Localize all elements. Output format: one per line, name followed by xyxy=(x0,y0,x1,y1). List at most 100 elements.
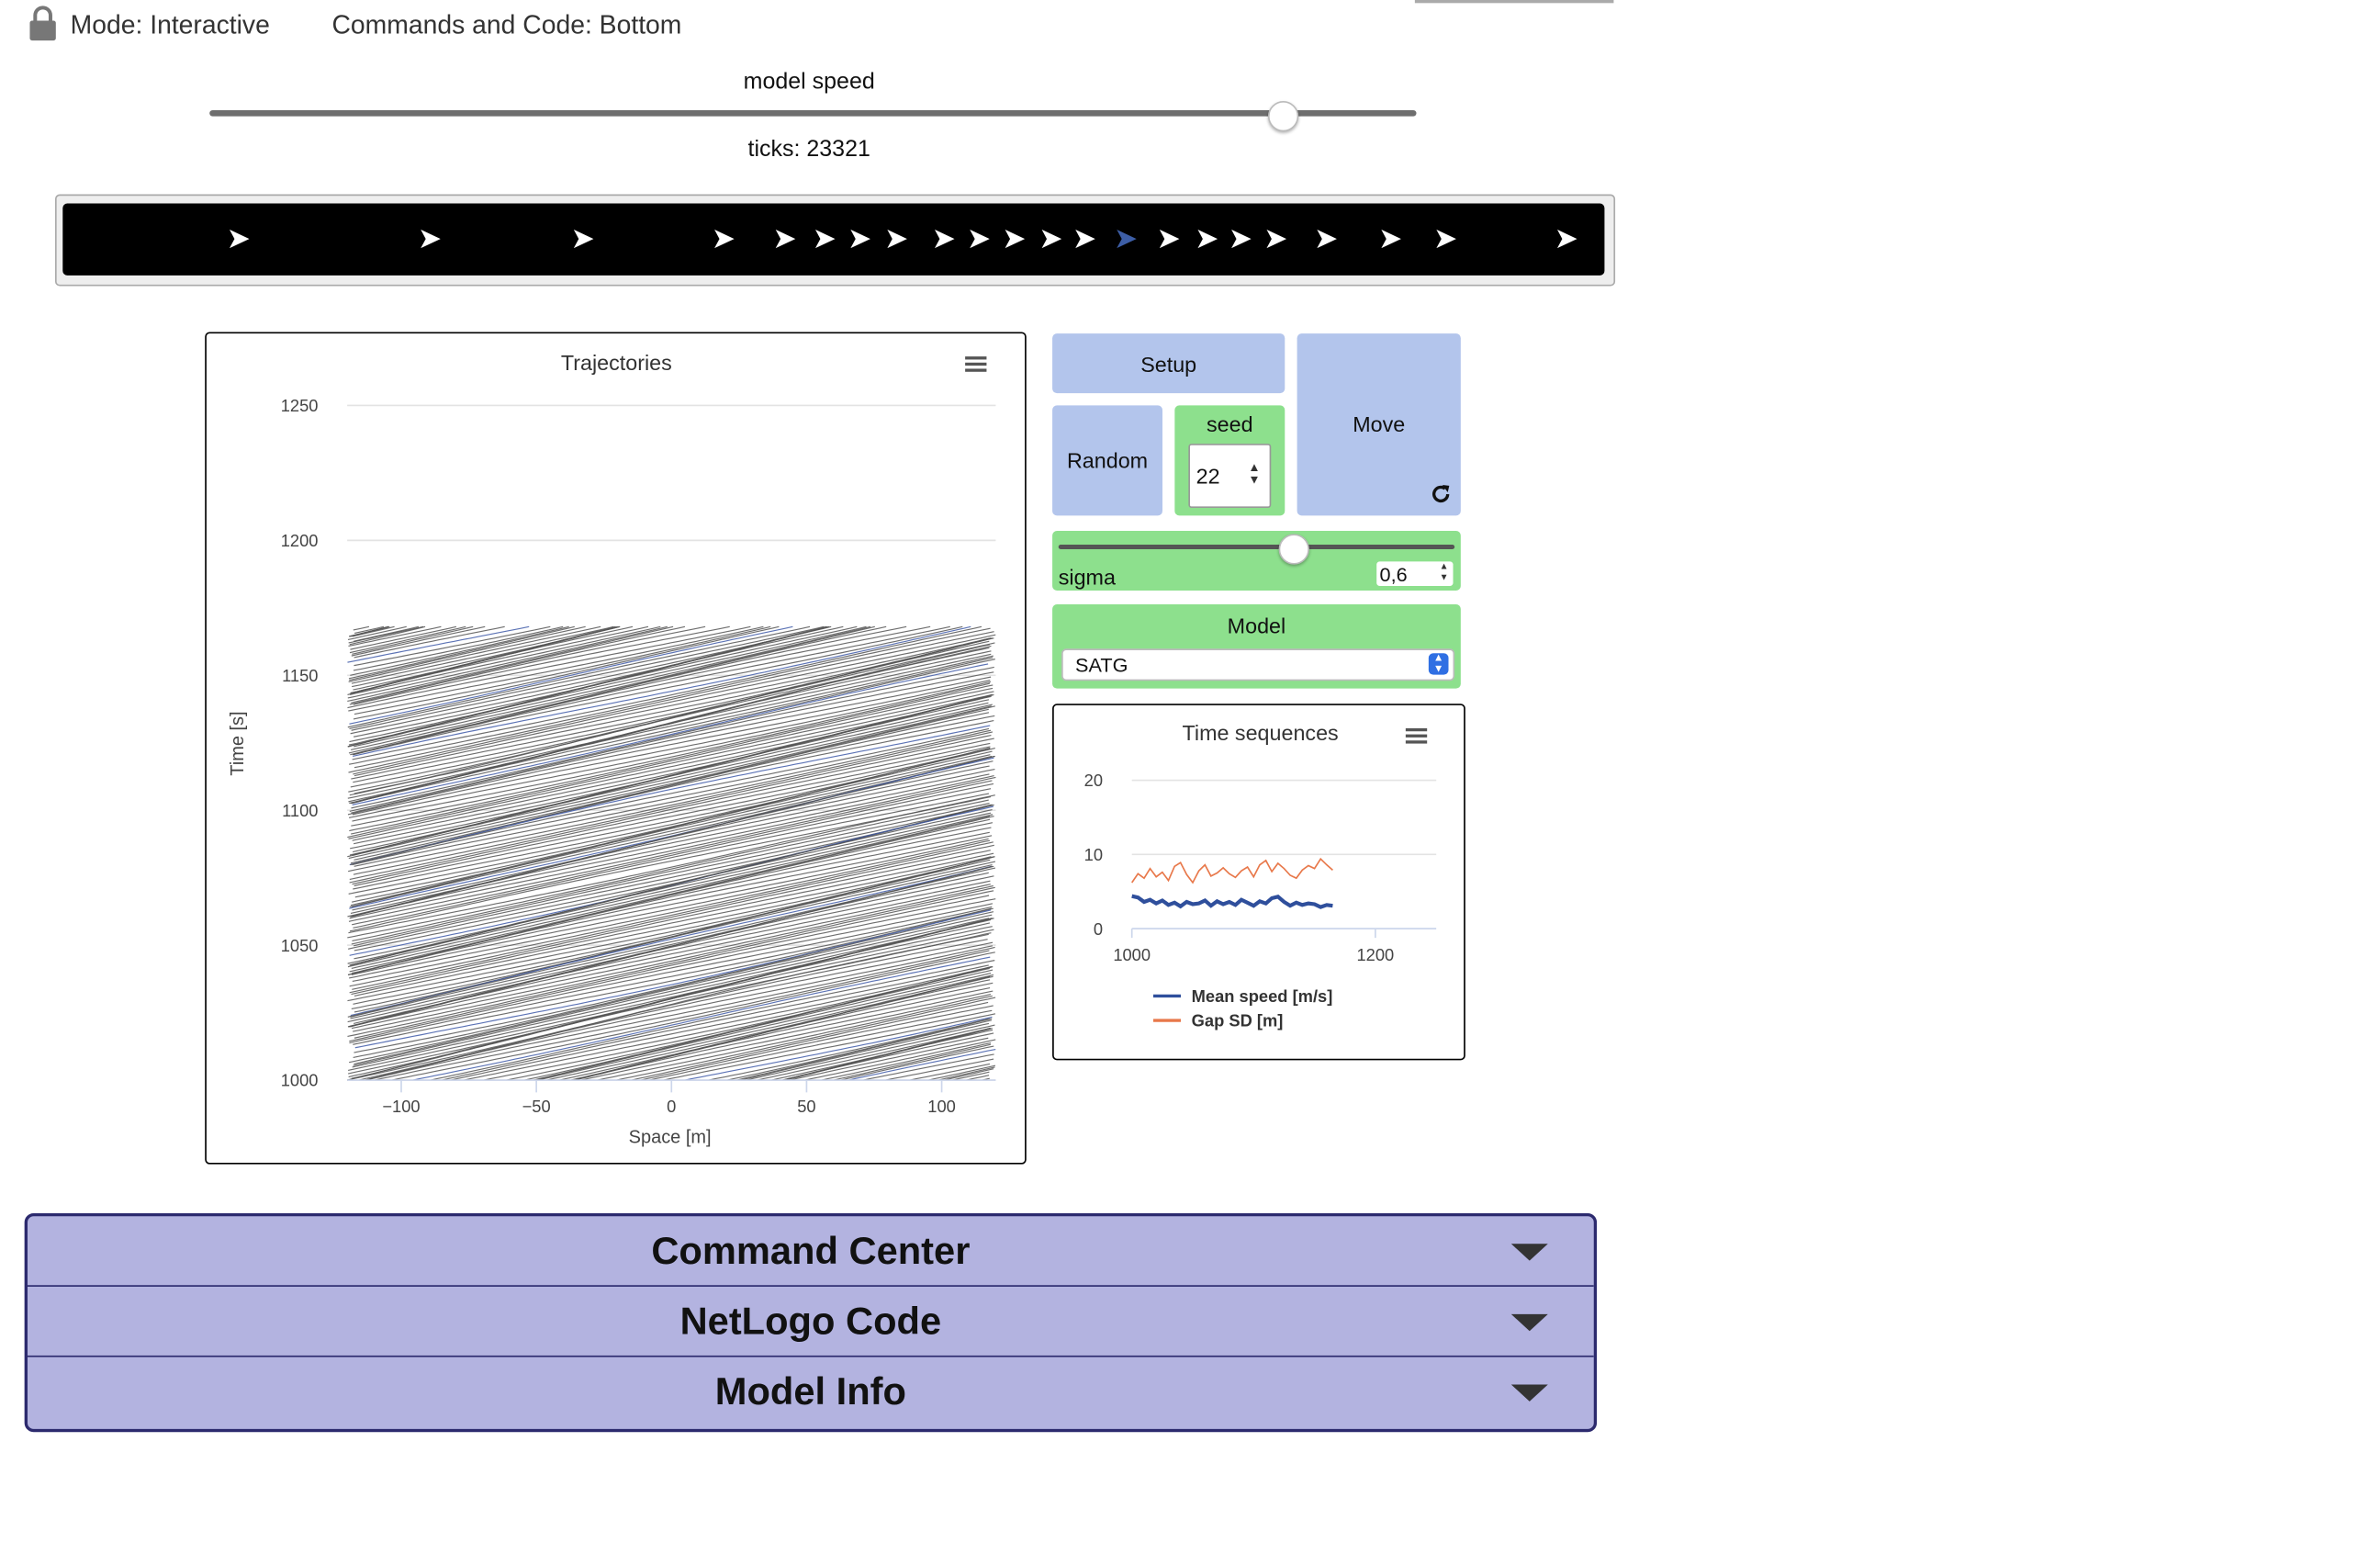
sigma-stepper[interactable]: ▲ ▼ xyxy=(1440,563,1449,584)
trajectory-line xyxy=(347,812,992,964)
time-sequences-lines xyxy=(1131,857,1333,909)
seed-stepper[interactable]: ▲ ▼ xyxy=(1248,461,1260,487)
top-edge-tab xyxy=(1414,0,1614,4)
mode-label[interactable]: Mode: Interactive xyxy=(71,11,270,41)
trajectory-line xyxy=(347,625,674,703)
y-tick-label: 1000 xyxy=(281,1071,319,1090)
model-info-header[interactable]: Model Info xyxy=(28,1357,1594,1428)
vehicle-turtle: ➤ xyxy=(1313,223,1339,256)
x-tick-label: 100 xyxy=(927,1097,956,1116)
seed-value: 22 xyxy=(1196,463,1220,489)
forever-icon-svg xyxy=(1432,485,1450,503)
x-tick-label: −100 xyxy=(382,1097,420,1116)
vehicle-turtle: ➤ xyxy=(1432,223,1458,256)
trajectory-line xyxy=(351,693,993,835)
trajectories-grid xyxy=(347,404,996,1081)
model-selected-value: SATG xyxy=(1075,653,1128,677)
vehicle-turtle: ➤ xyxy=(847,223,872,256)
vehicle-turtle: ➤ xyxy=(226,223,252,256)
vehicle-turtle: ➤ xyxy=(1377,223,1403,256)
random-button-label: Random xyxy=(1066,448,1149,473)
trajectories-title: Trajectories xyxy=(561,351,672,375)
time-sequences-plot: Time sequences 0 10 20 1000 1200 Mean speed … xyxy=(1052,704,1465,1061)
trajectory-line xyxy=(353,748,990,890)
trajectory-line xyxy=(391,952,995,1081)
bottom-accordion: Command Center NetLogo Code Model Info xyxy=(24,1212,1598,1433)
commands-position-label[interactable]: Commands and Code: Bottom xyxy=(331,11,681,41)
vehicle-turtle: ➤ xyxy=(1038,223,1063,256)
trajectory-line xyxy=(351,666,994,809)
y-tick-label: 20 xyxy=(1084,771,1103,790)
trajectory-line xyxy=(354,911,994,1053)
y-tick-label: 1150 xyxy=(282,666,318,685)
trajectory-line xyxy=(348,783,994,922)
lock-icon[interactable] xyxy=(28,5,58,41)
ticks-counter: ticks: 23321 xyxy=(747,136,870,163)
model-label: Model xyxy=(1227,613,1286,638)
seed-label: seed xyxy=(1207,411,1253,436)
y-tick-label: 1100 xyxy=(282,801,318,820)
series-line xyxy=(1131,857,1333,884)
sigma-slider-widget: sigma 0,6 ▲ ▼ xyxy=(1052,531,1461,591)
world-view[interactable]: ➤ ➤ ➤ ➤ ➤ ➤ ➤ ➤ ➤ ➤ ➤ ➤ ➤ ➤ ➤ ➤ ➤ ➤ ➤ ➤ ➤ ➤ xyxy=(62,203,1605,276)
time-sequences-title: Time sequences xyxy=(1183,721,1339,745)
time-sequences-axes: 0 10 20 1000 1200 xyxy=(1084,771,1437,964)
model-select[interactable]: SATG ▲ ▼ xyxy=(1061,648,1455,681)
vehicle-turtle: ➤ xyxy=(883,223,909,256)
trajectory-line xyxy=(412,956,991,1081)
move-button[interactable]: Move xyxy=(1297,333,1461,516)
vehicle-turtle: ➤ xyxy=(1263,223,1288,256)
vehicle-turtle: ➤ xyxy=(1156,223,1181,256)
seed-input-widget: seed 22 ▲ ▼ xyxy=(1174,405,1285,516)
command-center-header[interactable]: Command Center xyxy=(28,1216,1594,1287)
sigma-slider-track[interactable] xyxy=(1058,545,1455,550)
random-button[interactable]: Random xyxy=(1052,405,1163,516)
x-tick-label: 1000 xyxy=(1113,945,1151,964)
y-tick-label: 0 xyxy=(1094,919,1103,939)
sigma-value: 0,6 xyxy=(1379,563,1408,587)
trajectories-lines xyxy=(347,625,996,1081)
command-center-label: Command Center xyxy=(651,1229,971,1273)
seed-input[interactable]: 22 ▲ ▼ xyxy=(1188,444,1272,509)
y-tick-label: 1250 xyxy=(281,396,319,415)
vehicle-turtle: ➤ xyxy=(1194,223,1219,256)
x-tick-label: 0 xyxy=(667,1097,676,1116)
time-sequences-chart: Time sequences 0 10 20 1000 1200 Mean speed … xyxy=(1084,721,1437,1030)
netlogo-code-label: NetLogo Code xyxy=(679,1300,942,1343)
trajectory-line xyxy=(354,625,551,667)
vehicle-turtle: ➤ xyxy=(1002,223,1027,256)
model-speed-slider-track[interactable] xyxy=(209,109,1417,117)
sigma-slider-thumb[interactable] xyxy=(1278,534,1309,565)
chevron-down-icon xyxy=(1510,1384,1548,1402)
setup-button[interactable]: Setup xyxy=(1052,333,1285,394)
series-line xyxy=(1131,894,1333,909)
legend-label: Gap SD [m] xyxy=(1192,1011,1284,1030)
model-speed-label: model speed xyxy=(743,68,875,96)
vehicle-turtle: ➤ xyxy=(966,223,992,256)
model-speed-slider-thumb[interactable] xyxy=(1267,100,1299,132)
vehicle-turtle: ➤ xyxy=(570,223,595,256)
vehicle-turtle: ➤ xyxy=(417,223,443,256)
setup-button-label: Setup xyxy=(1140,351,1197,376)
sigma-label: sigma xyxy=(1058,564,1116,590)
time-sequences-legend: Mean speed [m/s] Gap SD [m] xyxy=(1153,986,1332,1030)
trajectory-line xyxy=(351,890,994,1030)
vehicle-turtle: ➤ xyxy=(812,223,837,256)
chevron-down-icon xyxy=(1510,1313,1548,1332)
chevron-down-icon xyxy=(1510,1244,1548,1261)
vehicle-turtle: ➤ xyxy=(711,223,736,256)
x-tick-label: −50 xyxy=(522,1097,551,1116)
trajectory-line xyxy=(353,625,370,631)
model-chooser-widget: Model SATG ▲ ▼ xyxy=(1052,603,1461,689)
lock-icon-svg xyxy=(29,6,56,41)
sigma-value-input[interactable]: 0,6 ▲ ▼ xyxy=(1376,561,1454,587)
legend-label: Mean speed [m/s] xyxy=(1192,986,1333,1006)
vehicle-turtle: ➤ xyxy=(772,223,797,256)
trajectories-ylabel: Time [s] xyxy=(228,711,248,775)
select-chevron-icon: ▲ ▼ xyxy=(1428,653,1449,675)
time-sequences-grid xyxy=(1131,779,1437,856)
trajectory-line xyxy=(944,1068,994,1081)
move-button-label: Move xyxy=(1353,411,1406,436)
netlogo-code-header[interactable]: NetLogo Code xyxy=(28,1287,1594,1357)
vehicle-turtle: ➤ xyxy=(1554,223,1578,256)
